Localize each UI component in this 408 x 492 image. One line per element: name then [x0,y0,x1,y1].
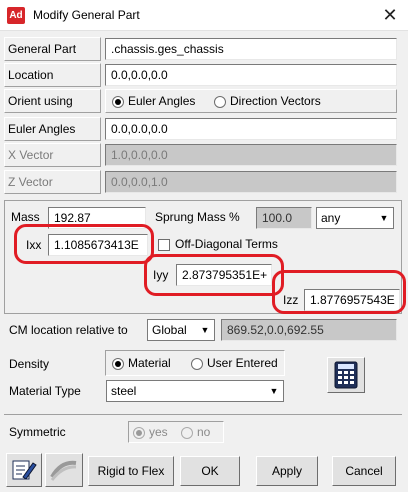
density-label: Density [9,357,50,371]
euler-angles-label: Euler Angles [4,117,101,141]
x-vector-label: X Vector [4,143,101,167]
separator [4,414,402,415]
sprung-mass-label: Sprung Mass % [155,210,240,224]
symmetric-no-label: no [197,425,211,439]
izz-label: Izz [283,293,299,307]
z-vector-field: 0.0,0.0,1.0 [105,171,397,193]
apply-button[interactable]: Apply [256,456,318,486]
cm-location-field: 869.52,0.0,692.55 [221,319,397,341]
close-icon[interactable]: ✕ [378,3,402,27]
flex-body-icon [50,460,77,481]
mass-label: Mass [11,210,40,224]
chevron-down-icon: ▼ [379,213,389,223]
cm-location-label: CM location relative to [9,323,128,337]
mass-field[interactable]: 192.87 [48,207,146,229]
symmetric-no-radio [181,426,193,440]
sprung-unit-select[interactable]: any ▼ [316,207,394,229]
calculator-icon [334,361,358,389]
off-diagonal-checkbox[interactable] [158,238,170,252]
sprung-mass-field: 100.0 [256,207,312,229]
material-type-select[interactable]: steel ▼ [106,380,284,402]
material-option-label: Material [128,356,171,370]
symmetric-yes-radio [133,426,145,440]
general-part-field[interactable]: .chassis.ges_chassis [105,38,397,60]
chevron-down-icon: ▼ [200,325,210,335]
chevron-down-icon: ▼ [269,386,279,396]
symmetric-group: yes no [128,421,224,443]
material-type-value: steel [111,384,137,398]
ixx-label: Ixx [26,238,42,252]
material-type-label: Material Type [9,384,81,398]
euler-angles-field[interactable]: 0.0,0.0,0.0 [105,118,397,140]
euler-angles-radio[interactable] [112,95,124,109]
cm-frame-select[interactable]: Global ▼ [147,319,215,341]
orient-using-group: Euler Angles Direction Vectors [105,89,397,113]
iyy-label: Iyy [153,268,169,282]
rigid-to-flex-button[interactable]: Rigid to Flex [88,456,174,486]
orient-using-label: Orient using [4,89,101,113]
iyy-field[interactable]: 2.873795351E+ [176,264,272,286]
density-group: Material User Entered [105,350,285,376]
euler-angles-option-label: Euler Angles [128,94,196,108]
flex-body-button[interactable] [45,453,83,487]
material-radio[interactable] [112,357,124,371]
symmetric-label: Symmetric [9,425,66,439]
ok-button[interactable]: OK [180,456,240,486]
user-entered-radio[interactable] [191,357,203,371]
ixx-field[interactable]: 1.1085673413E [48,234,148,256]
off-diagonal-label: Off-Diagonal Terms [175,237,278,251]
direction-vectors-radio[interactable] [214,95,226,109]
cm-frame-value: Global [152,323,187,337]
z-vector-label: Z Vector [4,170,101,194]
general-part-label: General Part [4,37,101,61]
cancel-button[interactable]: Cancel [332,456,396,486]
edit-icon [12,460,37,480]
calculator-button[interactable] [327,357,365,393]
location-field[interactable]: 0.0,0.0,0.0 [105,64,397,86]
location-label: Location [4,63,101,87]
sprung-unit-value: any [321,211,341,225]
symmetric-yes-label: yes [149,425,168,439]
x-vector-field: 1.0,0.0,0.0 [105,144,397,166]
title-bar: Ad Modify General Part ✕ [0,0,408,31]
window-title: Modify General Part [33,8,140,22]
user-entered-option-label: User Entered [207,356,278,370]
izz-field[interactable]: 1.8776957543E [304,289,400,311]
direction-vectors-option-label: Direction Vectors [230,94,321,108]
edit-button[interactable] [6,453,42,487]
adams-app-icon: Ad [7,7,25,24]
